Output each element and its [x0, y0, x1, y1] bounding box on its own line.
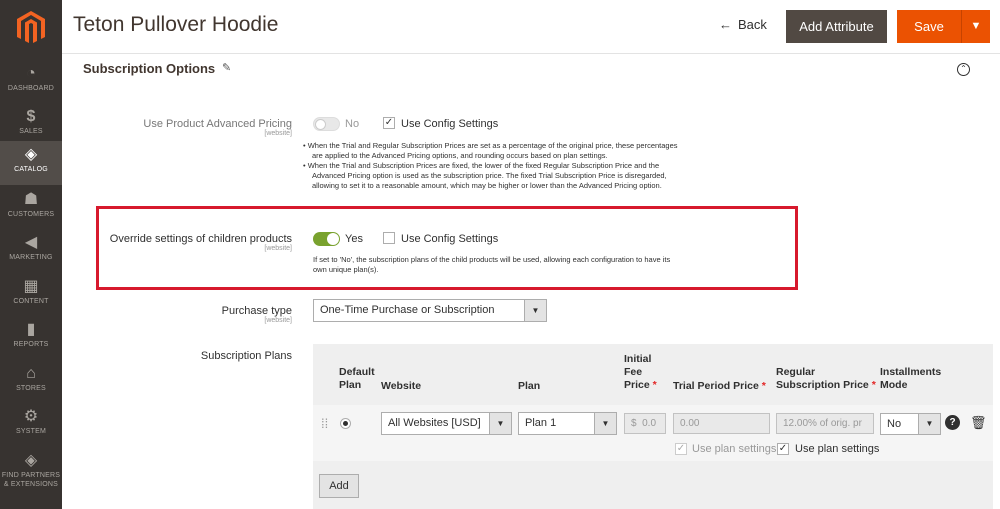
chevron-down-icon: ▼	[918, 414, 940, 434]
installments-mode-select[interactable]: No ▼	[880, 413, 941, 435]
content-icon: ▦	[23, 278, 39, 295]
trial-price-input[interactable]: 0.00	[673, 413, 770, 434]
save-button[interactable]: Save	[897, 10, 961, 43]
th-plan: Plan	[518, 380, 541, 392]
th-installments-mode: Installments Mode	[880, 366, 942, 391]
th-default-plan: Default Plan	[339, 366, 375, 391]
override-children-toggle[interactable]	[313, 232, 340, 246]
sidebar-item-find-partners[interactable]: ◈ FIND PARTNERS & EXTENSIONS	[0, 447, 62, 497]
help-icon[interactable]: ?	[945, 415, 960, 430]
override-children-scope: [website]	[264, 245, 292, 252]
sidebar-item-reports[interactable]: ▮ REPORTS	[0, 316, 62, 360]
cube-icon: ◈	[24, 146, 38, 163]
person-icon: ☗	[23, 191, 39, 208]
pencil-icon[interactable]: ✎	[222, 61, 231, 74]
arrow-left-icon: ←	[719, 17, 732, 32]
header-divider	[62, 53, 1000, 54]
override-children-label: Override settings of children products	[109, 233, 292, 245]
sidebar-item-customers[interactable]: ☗ CUSTOMERS	[0, 186, 62, 230]
override-note: If set to 'No', the subscription plans o…	[313, 255, 671, 274]
purchase-type-scope: [website]	[264, 317, 292, 324]
store-icon: ⌂	[26, 365, 36, 382]
collapse-chevron-icon[interactable]: ⌃	[957, 63, 970, 76]
default-plan-radio[interactable]	[340, 418, 351, 429]
sidebar-item-stores[interactable]: ⌂ STORES	[0, 360, 62, 404]
advanced-pricing-scope: [website]	[264, 130, 292, 137]
chevron-down-icon: ▼	[594, 413, 616, 434]
chevron-down-icon: ▼	[489, 413, 511, 434]
gear-icon: ⚙	[23, 408, 39, 425]
page-title: Teton Pullover Hoodie	[73, 13, 279, 36]
trial-use-plan-settings-checkbox[interactable]: ✓	[675, 443, 687, 455]
th-initial-fee: Initial Fee Price *	[624, 353, 657, 391]
sidebar-item-dashboard[interactable]: ◔ DASHBOARD	[0, 60, 62, 104]
subscription-plans-label: Subscription Plans	[200, 350, 292, 362]
save-dropdown-button[interactable]: ▼	[961, 10, 990, 43]
trash-icon[interactable]: 🗑	[970, 415, 987, 431]
advanced-pricing-use-config-checkbox[interactable]: ✓	[383, 117, 395, 129]
regular-use-plan-settings-label: Use plan settings	[795, 443, 880, 455]
magento-logo[interactable]	[16, 10, 46, 46]
override-use-config-checkbox[interactable]	[383, 232, 395, 244]
add-plan-button[interactable]: Add	[319, 474, 359, 498]
override-use-config-label: Use Config Settings	[401, 233, 499, 245]
advanced-pricing-toggle-label: No	[345, 118, 360, 130]
advanced-pricing-use-config-label: Use Config Settings	[401, 118, 499, 130]
purchase-type-label: Purchase type	[221, 305, 292, 317]
plan-select[interactable]: Plan 1 ▼	[518, 412, 617, 435]
sidebar-item-content[interactable]: ▦ CONTENT	[0, 273, 62, 317]
website-select[interactable]: All Websites [USD] ▼	[381, 412, 512, 435]
dollar-icon: $	[26, 108, 36, 125]
caret-down-icon: ▼	[970, 20, 982, 32]
sidebar-item-catalog[interactable]: ◈ CATALOG	[0, 141, 62, 185]
add-attribute-button[interactable]: Add Attribute	[786, 10, 887, 43]
th-regular-price: Regular Subscription Price *	[776, 366, 876, 391]
chevron-down-icon: ▼	[524, 300, 546, 321]
th-website: Website	[381, 380, 422, 392]
bar-chart-icon: ▮	[26, 321, 36, 338]
regular-use-plan-settings-checkbox[interactable]: ✓	[777, 443, 789, 455]
advanced-pricing-toggle[interactable]	[313, 117, 340, 131]
advanced-pricing-note: • When the Trial and Regular Subscriptio…	[303, 141, 678, 190]
advanced-pricing-label: Use Product Advanced Pricing	[143, 118, 292, 130]
trial-use-plan-settings-label: Use plan settings	[692, 443, 777, 455]
megaphone-icon: ◀	[24, 234, 38, 251]
dashboard-icon: ◔	[26, 65, 36, 82]
override-children-toggle-label: Yes	[345, 233, 363, 245]
section-title[interactable]: Subscription Options	[83, 61, 215, 76]
purchase-type-select[interactable]: One-Time Purchase or Subscription ▼	[313, 299, 547, 322]
th-trial-price: Trial Period Price *	[673, 380, 766, 392]
partners-icon: ◈	[24, 452, 38, 469]
sidebar-item-marketing[interactable]: ◀ MARKETING	[0, 229, 62, 273]
drag-handle-icon[interactable]: ⁞⁞	[321, 417, 328, 430]
admin-sidebar: ◔ DASHBOARD $ SALES ◈ CATALOG ☗ CUSTOMER…	[0, 0, 62, 509]
back-button[interactable]: ← Back	[719, 17, 767, 32]
regular-price-input[interactable]: 12.00% of orig. pr	[776, 413, 874, 434]
initial-fee-input[interactable]: $ 0.0	[624, 413, 666, 434]
sidebar-item-system[interactable]: ⚙ SYSTEM	[0, 403, 62, 447]
